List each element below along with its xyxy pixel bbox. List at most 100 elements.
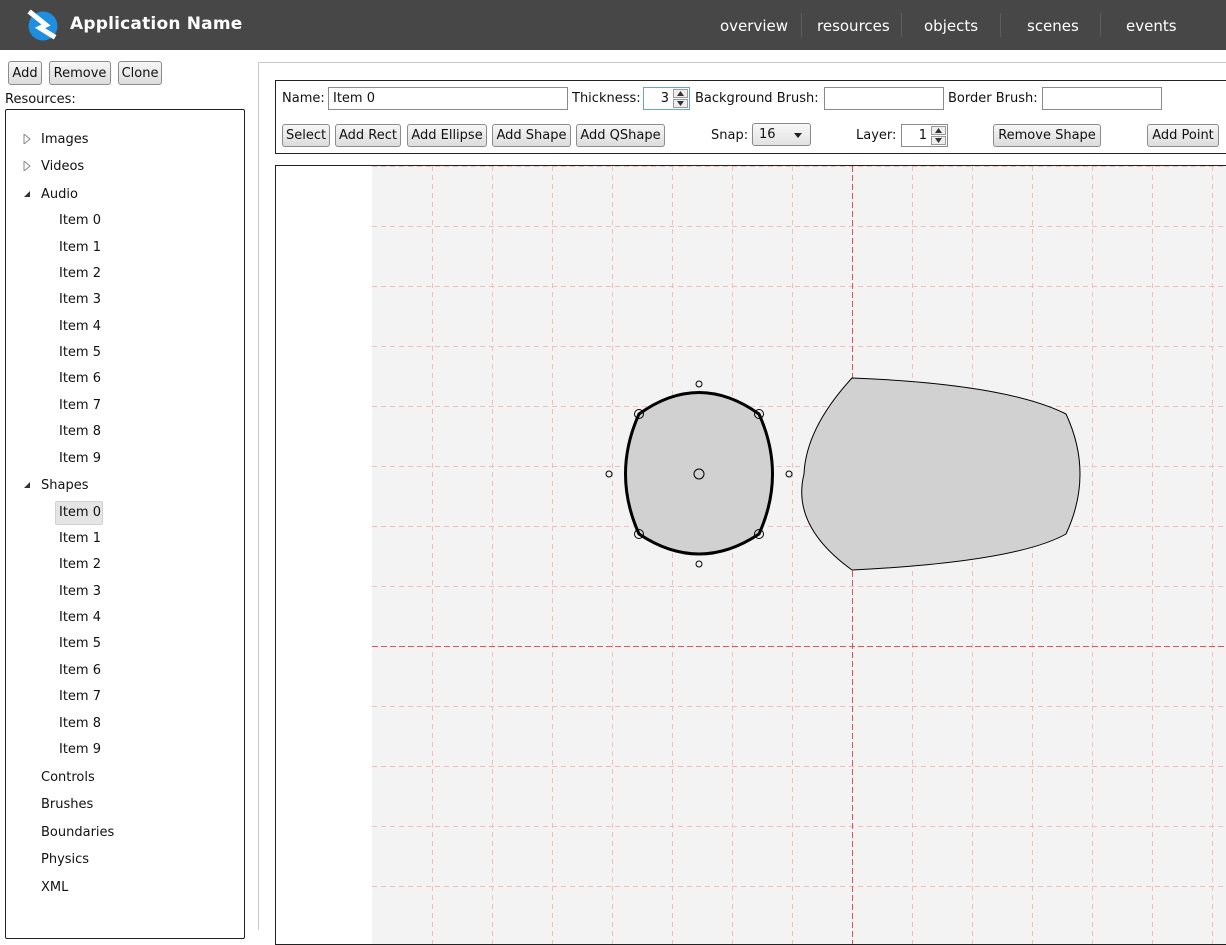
tree-node-audio[interactable]: Audio: [6, 185, 244, 205]
clone-resource-button[interactable]: Clone: [118, 61, 162, 85]
tree-item-shape[interactable]: Item 7: [6, 687, 244, 707]
tree-node-controls[interactable]: Controls: [6, 768, 244, 788]
background-brush-label: Background Brush:: [695, 91, 819, 106]
tree-node-label: XML: [41, 880, 69, 895]
tree-item-shape[interactable]: Item 9: [6, 740, 244, 760]
add-qshape-button[interactable]: Add QShape: [576, 124, 665, 147]
tree-item-label: Item 1: [59, 531, 101, 546]
tree-item-audio[interactable]: Item 7: [6, 396, 244, 416]
tree-item-label: Item 9: [59, 742, 101, 757]
tree-item-label: Item 4: [59, 319, 101, 334]
resource-tree: Images Videos Audio Item 0 Item 1 Item 2…: [5, 109, 245, 939]
remove-resource-button[interactable]: Remove: [49, 61, 111, 85]
tree-item-label: Item 5: [59, 636, 101, 651]
tree-item-label: Item 8: [59, 716, 101, 731]
expand-arrow-icon[interactable]: [22, 134, 32, 144]
app-logo-icon: [27, 9, 58, 41]
tree-item-audio[interactable]: Item 0: [6, 211, 244, 231]
thickness-stepper[interactable]: 3: [643, 87, 690, 110]
tree-node-shapes[interactable]: Shapes: [6, 476, 244, 496]
tree-node-boundaries[interactable]: Boundaries: [6, 823, 244, 843]
canvas-drawing[interactable]: [276, 166, 1226, 945]
tree-item-label: Item 0: [59, 505, 101, 520]
select-tool-button[interactable]: Select: [282, 124, 330, 147]
tree-item-audio[interactable]: Item 1: [6, 238, 244, 258]
layer-value: 1: [918, 128, 927, 143]
nav-events[interactable]: events: [1126, 17, 1177, 35]
tree-node-label: Physics: [41, 852, 90, 867]
tree-node-brushes[interactable]: Brushes: [6, 795, 244, 815]
panel-border: [258, 62, 259, 930]
tree-item-label: Item 2: [59, 266, 101, 281]
collapse-arrow-icon[interactable]: [22, 480, 32, 490]
shape-editor-canvas[interactable]: [275, 165, 1226, 945]
spin-down-icon[interactable]: [673, 99, 688, 108]
add-shape-button[interactable]: Add Shape: [492, 124, 571, 147]
tree-item-label: Item 6: [59, 371, 101, 386]
tree-node-label: Boundaries: [41, 825, 115, 840]
tree-item-audio[interactable]: Item 8: [6, 422, 244, 442]
resources-label: Resources:: [5, 92, 76, 107]
tree-item-label: Item 3: [59, 292, 101, 307]
nav-objects[interactable]: objects: [924, 17, 978, 35]
nav-resources[interactable]: resources: [817, 17, 890, 35]
tree-item-label: Item 6: [59, 663, 101, 678]
tree-item-audio[interactable]: Item 3: [6, 290, 244, 310]
tree-item-shape[interactable]: Item 8: [6, 714, 244, 734]
name-label: Name:: [282, 91, 325, 106]
tree-item-audio[interactable]: Item 6: [6, 369, 244, 389]
background-brush-field[interactable]: [824, 87, 944, 110]
tree-item-shape[interactable]: Item 4: [6, 608, 244, 628]
tree-node-label: Images: [41, 132, 89, 147]
nav-separator: [901, 13, 902, 37]
layer-label: Layer:: [856, 128, 897, 143]
tree-item-audio[interactable]: Item 9: [6, 449, 244, 469]
spin-up-icon[interactable]: [931, 126, 946, 135]
canvas-area: [372, 166, 1226, 944]
tree-item-shape[interactable]: Item 3: [6, 582, 244, 602]
add-point-button[interactable]: Add Point: [1147, 124, 1219, 147]
layer-stepper[interactable]: 1: [901, 124, 948, 147]
collapse-arrow-icon[interactable]: [22, 189, 32, 199]
tree-item-label: Item 8: [59, 424, 101, 439]
nav-separator: [801, 13, 802, 37]
shape-properties-toolbar: Name: Item 0 Thickness: 3 Background Bru…: [275, 80, 1226, 154]
curved-shape[interactable]: [801, 377, 1081, 571]
name-field[interactable]: Item 0: [328, 87, 568, 110]
layer-spin-buttons: [931, 126, 946, 145]
snap-value: 16: [759, 127, 776, 142]
thickness-spin-buttons: [673, 89, 688, 108]
tree-item-shape[interactable]: Item 1: [6, 529, 244, 549]
panel-border: [258, 62, 1226, 63]
tree-node-images[interactable]: Images: [6, 130, 244, 150]
tree-node-videos[interactable]: Videos: [6, 157, 244, 177]
tree-item-shape-selected[interactable]: Item 0: [6, 501, 244, 525]
selected-shape[interactable]: [624, 391, 774, 556]
thickness-label: Thickness:: [572, 91, 641, 106]
nav-overview[interactable]: overview: [720, 17, 788, 35]
tree-item-label: Item 9: [59, 451, 101, 466]
tree-item-shape[interactable]: Item 5: [6, 634, 244, 654]
spin-down-icon[interactable]: [931, 136, 946, 145]
border-brush-field[interactable]: [1042, 87, 1162, 110]
tree-item-audio[interactable]: Item 4: [6, 317, 244, 337]
tree-node-label: Brushes: [41, 797, 94, 812]
tree-node-label: Videos: [41, 159, 85, 174]
tree-item-audio[interactable]: Item 2: [6, 264, 244, 284]
tree-node-xml[interactable]: XML: [6, 878, 244, 898]
add-resource-button[interactable]: Add: [8, 61, 42, 85]
snap-dropdown[interactable]: 16: [752, 123, 811, 146]
expand-arrow-icon[interactable]: [22, 161, 32, 171]
add-ellipse-button[interactable]: Add Ellipse: [407, 124, 487, 147]
tree-node-physics[interactable]: Physics: [6, 850, 244, 870]
tree-item-shape[interactable]: Item 6: [6, 661, 244, 681]
add-rect-button[interactable]: Add Rect: [335, 124, 401, 147]
nav-scenes[interactable]: scenes: [1027, 17, 1079, 35]
nav-separator: [1100, 13, 1101, 37]
spin-up-icon[interactable]: [673, 89, 688, 98]
tree-item-label: Item 7: [59, 689, 101, 704]
remove-shape-button[interactable]: Remove Shape: [993, 124, 1101, 147]
tree-item-audio[interactable]: Item 5: [6, 343, 244, 363]
tree-item-shape[interactable]: Item 2: [6, 555, 244, 575]
tree-node-label: Shapes: [41, 478, 89, 493]
